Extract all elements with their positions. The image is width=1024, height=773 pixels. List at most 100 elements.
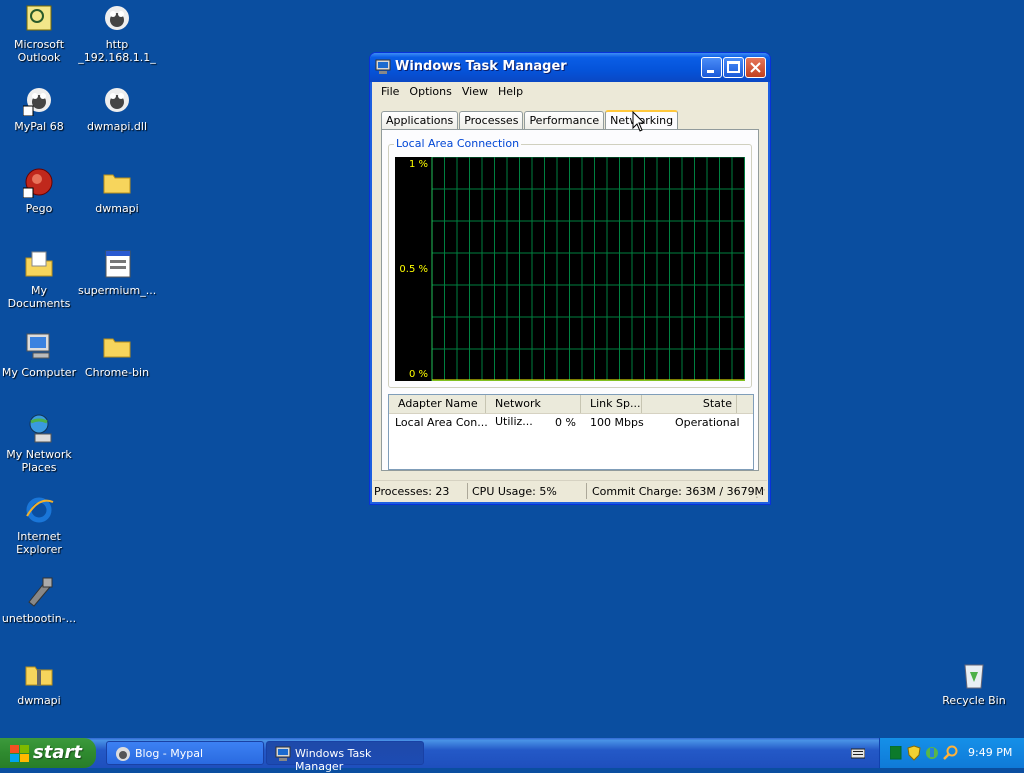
taskbar-button-blog-mypal[interactable]: Blog - Mypal [106,741,264,765]
desktop-icon-label: dwmapi [95,202,139,215]
start-button[interactable]: start [0,738,96,768]
pego-icon [23,166,55,198]
taskbar-button-label: Windows Task Manager [295,747,372,773]
graph-tick-label: 0.5 % [399,264,428,275]
menu-view[interactable]: View [457,82,493,101]
table-row[interactable]: Local Area Con... 0 % 100 Mbps Operation… [389,414,753,432]
graph-tick-label: 1 % [409,159,428,170]
desktop-icon-recycle-bin[interactable]: Recycle Bin [935,658,1013,707]
system-tray: 9:49 PM [879,738,1024,768]
desktop-icon-chrome-bin[interactable]: Chrome-bin [78,330,156,379]
desktop-icon-label: supermium_... [78,284,157,297]
recycle-bin-icon [958,658,990,690]
close-button[interactable] [745,57,766,78]
start-label: start [33,742,82,763]
internet-explorer-icon [23,494,55,526]
menu-bar: File Options View Help [373,82,767,102]
desktop-icon-mypal[interactable]: MyPal 68 [0,84,78,133]
task-manager-icon [275,746,291,765]
desktop-icon-pego[interactable]: Pego [0,166,78,215]
desktop-icon-my-documents[interactable]: My Documents [0,248,78,310]
desktop-icon-dwmapi-dll[interactable]: dwmapi.dll [78,84,156,133]
network-graph-group: Local Area Connection 1 % 0.5 % 0 % [388,137,752,388]
desktop-icon-label: Recycle Bin [942,694,1006,707]
taskbar-button-task-manager[interactable]: Windows Task Manager [266,741,424,773]
minimize-button[interactable] [701,57,722,78]
network-places-icon [23,412,55,444]
clock[interactable]: 9:49 PM [968,746,1012,759]
desktop-icon-label: http _192.168.1.1_ [78,38,156,64]
desktop-icon-label: MyPal 68 [14,120,64,133]
taskbar: start Blog - Mypal Windows Task Manager … [0,738,1024,773]
chrome-bin-icon [101,330,133,362]
column-adapter-name[interactable]: Adapter Name [389,395,486,413]
desktop-icon-label: dwmapi [17,694,61,707]
my-computer-icon [23,330,55,362]
desktop-icon-label: My Documents [7,284,71,310]
menu-options[interactable]: Options [404,82,456,101]
status-cpu: CPU Usage: 5% [472,485,557,498]
graph-tick-label: 0 % [409,369,428,380]
desktop-icon-my-computer[interactable]: My Computer [0,330,78,379]
dwmapi-dll-icon [101,84,133,116]
network-tray-icon[interactable] [925,745,939,764]
status-bar: Processes: 23 CPU Usage: 5% Commit Charg… [373,480,767,501]
windows-flag-icon [10,745,30,768]
task-manager-icon [375,59,391,78]
resize-grip-icon[interactable]: ⋰ [755,487,766,500]
unetbootin-icon [23,576,55,608]
maximize-button[interactable] [723,57,744,78]
group-title: Local Area Connection [394,137,522,150]
desktop-icon-label: Microsoft Outlook [13,38,65,64]
column-link-speed[interactable]: Link Sp... [581,395,642,413]
networking-panel: Local Area Connection 1 % 0.5 % 0 % Adapte… [381,129,759,471]
tab-processes[interactable]: Processes [459,111,524,131]
desktop-icon-label: My Network Places [6,448,72,474]
taskbar-button-label: Blog - Mypal [135,747,204,760]
desktop-icon-label: Pego [25,202,53,215]
keyboard-icon[interactable] [850,746,866,763]
desktop-icon-supermium[interactable]: supermium_... [78,248,156,297]
supermium-icon [101,248,133,280]
http-shortcut-icon [101,2,133,34]
status-commit: Commit Charge: 363M / 3679M [592,485,765,498]
mypal-icon [23,84,55,116]
mypal-icon [115,746,131,765]
dwmapi-zip-icon [23,658,55,690]
tab-applications[interactable]: Applications [381,111,459,131]
mouse-cursor-icon [632,110,646,136]
network-graph: 1 % 0.5 % 0 % [395,156,745,382]
tab-performance[interactable]: Performance [524,111,605,131]
desktop-icon-dwmapi-zip[interactable]: dwmapi [0,658,78,707]
adapter-list-header: Adapter Name Network Utiliz... Link Sp..… [389,395,753,428]
desktop-icon-label: Internet Explorer [16,530,62,556]
window-title: Windows Task Manager [395,59,567,74]
cell-network-utilization: 0 % [555,416,576,429]
task-manager-window: Windows Task Manager File Options View Help… [369,52,771,505]
column-network-utilization[interactable]: Network Utiliz... [486,395,581,428]
column-state[interactable]: State [642,395,737,413]
search-icon[interactable] [943,745,959,764]
my-documents-icon [23,248,55,280]
desktop-icon-label: dwmapi.dll [86,120,148,133]
desktop-icon-network-places[interactable]: My Network Places [0,412,78,474]
desktop-icon-label: My Computer [1,366,77,379]
dwmapi-folder-icon [101,166,133,198]
cell-state: Operational [675,416,740,429]
network-graph-svg: 1 % 0.5 % 0 % [399,156,745,382]
desktop-icon-internet-explorer[interactable]: Internet Explorer [0,494,78,556]
outlook-icon [23,2,55,34]
status-processes: Processes: 23 [374,485,450,498]
tray-green-icon[interactable] [889,745,902,763]
title-bar[interactable]: Windows Task Manager [370,53,770,82]
adapter-list[interactable]: Adapter Name Network Utiliz... Link Sp..… [388,394,754,470]
menu-file[interactable]: File [376,82,404,101]
desktop-icon-label: unetbootin-... [1,612,77,625]
cell-link-speed: 100 Mbps [590,416,644,429]
security-shield-icon[interactable] [907,745,921,764]
desktop-icon-unetbootin[interactable]: unetbootin-... [0,576,78,625]
desktop-icon-dwmapi-folder[interactable]: dwmapi [78,166,156,215]
menu-help[interactable]: Help [493,82,528,101]
desktop-icon-outlook[interactable]: Microsoft Outlook [0,2,78,64]
desktop-icon-http-shortcut[interactable]: http _192.168.1.1_ [78,2,156,64]
